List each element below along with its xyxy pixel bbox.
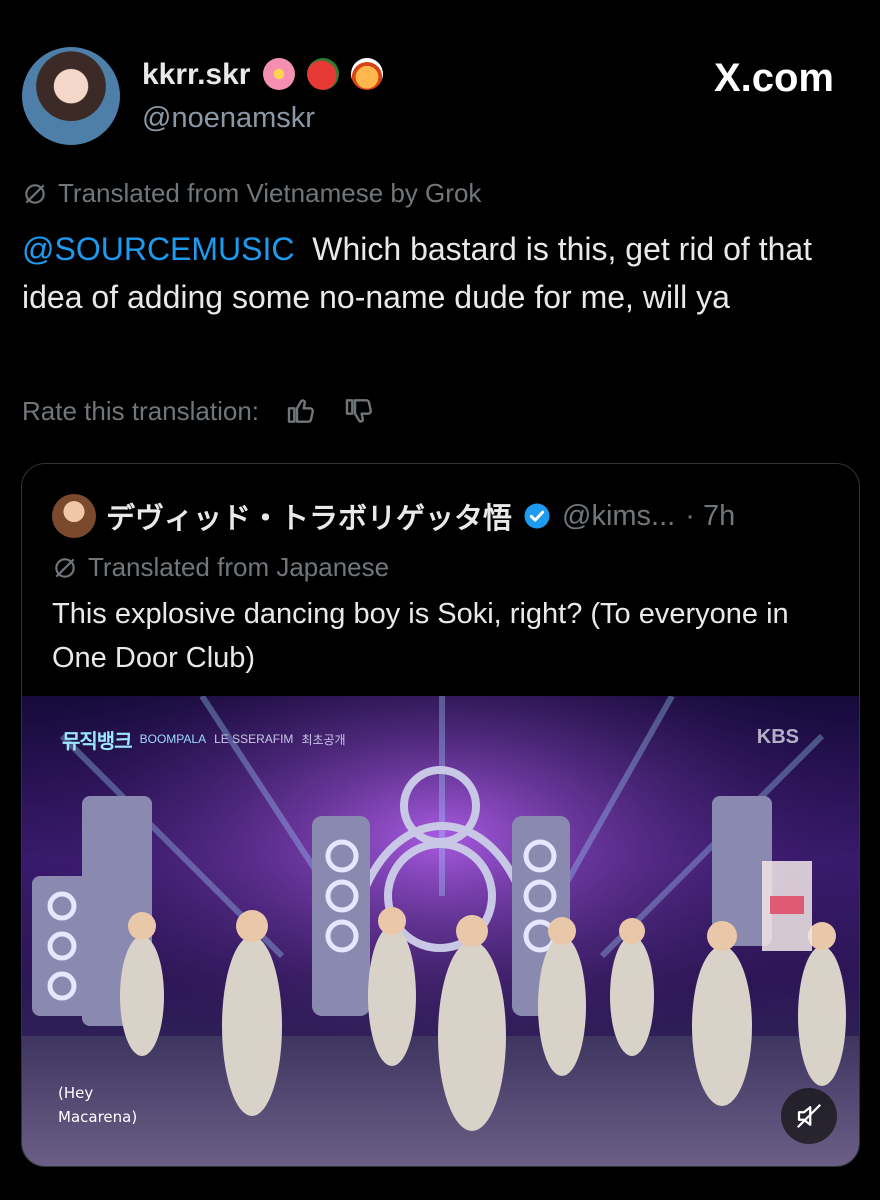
broadcaster-logo: KBS: [756, 726, 799, 748]
author-handle[interactable]: @noenamskr: [142, 102, 315, 135]
banner-tag: 최초공개: [301, 732, 346, 747]
rate-translation: Rate this translation:: [22, 395, 375, 427]
rate-translation-label: Rate this translation:: [22, 395, 260, 426]
thumbs-down-icon[interactable]: [343, 395, 375, 427]
mention-link[interactable]: @SOURCEMUSIC: [22, 231, 295, 267]
banner-artist: LE SSERAFIM: [214, 732, 294, 746]
quoted-translation-note-text: Translated from Japanese: [88, 552, 390, 582]
cherry-blossom-icon: [262, 58, 295, 90]
show-logo: 뮤직뱅크: [62, 730, 133, 753]
quoted-author-name[interactable]: デヴィッド・トラボリゲッタ悟: [106, 495, 512, 537]
quoted-post-text: This explosive dancing boy is Soki, righ…: [52, 598, 789, 674]
verified-badge-icon: [524, 503, 550, 529]
thumbs-up-icon[interactable]: [285, 395, 317, 427]
author-avatar[interactable]: [22, 47, 120, 145]
banner-song: BOOMPALA: [139, 732, 207, 746]
quoted-author-handle[interactable]: @kims...: [562, 500, 675, 533]
author-display-name[interactable]: kkrr.skr: [142, 58, 384, 92]
quoted-post-header: デヴィッド・トラボリゲッタ悟 @kims... · 7h: [52, 494, 735, 538]
mute-toggle-button[interactable]: [781, 1088, 837, 1144]
subtitle-line-2: Macarena): [58, 1108, 138, 1126]
translation-note-text: Translated from Vietnamese by Grok: [58, 178, 482, 208]
quoted-post-card[interactable]: デヴィッド・トラボリゲッタ悟 @kims... · 7h Translated …: [21, 463, 860, 1167]
spaghetti-icon: [351, 58, 384, 90]
stage-scene-image: [22, 696, 859, 1166]
quoted-video-media[interactable]: 뮤직뱅크 BOOMPALA LE SSERAFIM 최초공개 KBS (Hey …: [22, 696, 859, 1166]
tomato-icon: [307, 58, 340, 90]
subtitle-line-1: (Hey: [58, 1084, 94, 1102]
translate-slash-icon: [55, 557, 75, 578]
post-text: @SOURCEMUSIC Which bastard is this, get …: [22, 225, 852, 321]
author-name-text: kkrr.skr: [142, 58, 251, 91]
translation-note: Translated from Vietnamese by Grok: [22, 178, 481, 209]
speaker-muted-icon: [796, 1103, 822, 1129]
x-brand-logo: X.com: [713, 56, 834, 100]
broadcast-banner: 뮤직뱅크 BOOMPALA LE SSERAFIM 최초공개: [62, 724, 392, 754]
video-subtitle: (Hey Macarena): [58, 1081, 137, 1129]
translate-slash-icon: [25, 183, 45, 204]
quoted-translation-note: Translated from Japanese: [52, 552, 389, 583]
quoted-author-avatar[interactable]: [52, 494, 96, 538]
quoted-post-time[interactable]: · 7h: [685, 500, 735, 533]
